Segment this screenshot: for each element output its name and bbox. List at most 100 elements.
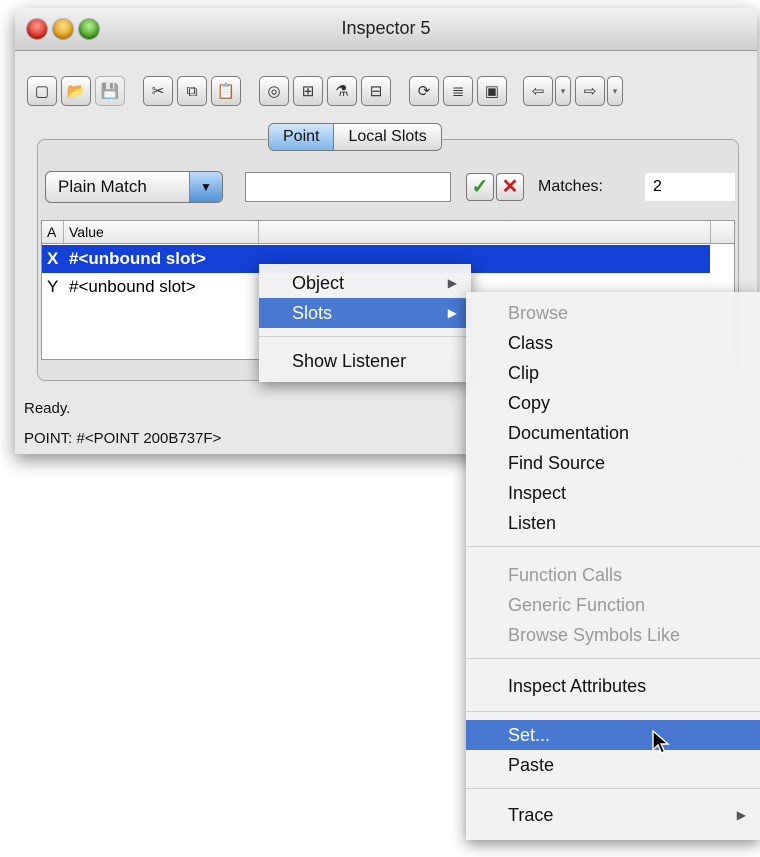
menu-item-documentation[interactable]: Documentation — [466, 418, 760, 448]
back-arrow-icon: ⇦ — [531, 82, 545, 100]
paste-button[interactable]: 📋 — [211, 76, 241, 106]
toolbar: ▢ 📂 💾 ✂ ⧉ 📋 ◎ ⊞ ⚗ ⊟ ⟳ ≣ ▣ ⇦ ▾ ⇨ ▾ — [15, 70, 757, 114]
menu-item-set[interactable]: Set... — [466, 720, 760, 750]
refresh-icon: ⟳ — [417, 82, 431, 100]
new-document-icon: ▢ — [34, 82, 50, 100]
match-mode-label: Plain Match — [58, 177, 147, 196]
menu-item-label: Generic Function — [508, 595, 646, 615]
hierarchy-icon: ≣ — [451, 82, 465, 100]
menu-item-browse-symbols-like[interactable]: Browse Symbols Like — [466, 620, 760, 650]
cut-button[interactable]: ✂ — [143, 76, 173, 106]
menu-item-generic-function[interactable]: Generic Function — [466, 590, 760, 620]
text-icon: ▣ — [484, 82, 500, 100]
menu-item-inspect[interactable]: Inspect — [466, 478, 760, 508]
apply-filter-button[interactable]: ✓ — [466, 173, 494, 201]
inspect-button[interactable]: ⚗ — [327, 76, 357, 106]
forward-arrow-icon: ⇨ — [583, 82, 597, 100]
menu-item-label: Browse — [508, 303, 569, 323]
refresh-button[interactable]: ⟳ — [409, 76, 439, 106]
clear-filter-button[interactable]: ✕ — [496, 173, 524, 201]
column-divider — [258, 221, 259, 243]
submenu-arrow-icon: ▶ — [447, 306, 457, 320]
menu-separator — [466, 546, 760, 547]
tab-point[interactable]: Point — [269, 124, 334, 150]
submenu-arrow-icon: ▶ — [736, 808, 746, 822]
cross-icon: ✕ — [501, 176, 519, 198]
status-text: Ready. — [24, 400, 71, 417]
mouse-pointer-icon — [652, 730, 670, 754]
menu-item-listen[interactable]: Listen — [466, 508, 760, 538]
class-tree-icon: ⊟ — [369, 82, 383, 100]
window-title: Inspector 5 — [341, 18, 431, 38]
menu-item-label: Inspect Attributes — [508, 676, 647, 696]
matches-label: Matches: — [538, 178, 603, 195]
row-value-cell: #<unbound slot> — [69, 249, 206, 268]
row-a-cell: X — [47, 249, 59, 268]
menu-item-label: Copy — [508, 393, 551, 413]
menu-separator — [466, 711, 760, 712]
tab-bar: Point Local Slots — [268, 123, 442, 151]
menu-separator — [259, 336, 471, 337]
copy-button[interactable]: ⧉ — [177, 76, 207, 106]
column-header-a[interactable]: A — [47, 224, 56, 240]
submenu-arrow-icon: ▶ — [447, 276, 457, 290]
menu-item-trace[interactable]: Trace ▶ — [466, 800, 760, 830]
copy-icon: ⧉ — [186, 82, 198, 100]
menu-item-copy[interactable]: Copy — [466, 388, 760, 418]
menu-item-browse[interactable]: Browse — [466, 298, 760, 328]
forward-history-dropdown-icon: ▾ — [612, 85, 618, 96]
browse-icon: ⊞ — [301, 82, 315, 100]
menu-item-label: Show Listener — [292, 351, 407, 371]
inspect-microscope-icon: ⚗ — [335, 82, 349, 100]
browse-button[interactable]: ⊞ — [293, 76, 323, 106]
slots-submenu: Browse Class Clip Copy Documentation Fin… — [466, 292, 760, 840]
open-folder-icon: 📂 — [66, 82, 86, 100]
menu-item-label: Object — [292, 273, 345, 293]
tab-local-slots[interactable]: Local Slots — [333, 124, 441, 150]
matches-count: 2 — [645, 173, 735, 201]
menu-item-paste[interactable]: Paste — [466, 750, 760, 780]
match-mode-popup[interactable]: Plain Match ▼ — [45, 171, 223, 203]
cut-scissors-icon: ✂ — [151, 82, 165, 100]
menu-item-label: Function Calls — [508, 565, 623, 585]
menu-item-function-calls[interactable]: Function Calls — [466, 560, 760, 590]
paste-clipboard-icon: 📋 — [216, 82, 236, 100]
table-header: A Value — [42, 221, 734, 244]
back-history-dropdown-icon: ▾ — [560, 85, 566, 96]
context-menu: Object ▶ Slots ▶ Show Listener — [259, 264, 471, 382]
menu-item-label: Listen — [508, 513, 557, 533]
menu-item-label: Slots — [292, 303, 333, 323]
new-document-button[interactable]: ▢ — [27, 76, 57, 106]
menu-separator — [466, 658, 760, 659]
hierarchy-button[interactable]: ≣ — [443, 76, 473, 106]
menu-separator — [466, 788, 760, 789]
title-bar[interactable]: Inspector 5 — [15, 8, 757, 51]
filter-input[interactable] — [245, 172, 451, 202]
column-divider — [710, 221, 711, 243]
save-disk-icon: 💾 — [100, 82, 120, 100]
class-tree-button[interactable]: ⊟ — [361, 76, 391, 106]
back-history-dropdown[interactable]: ▾ — [555, 76, 571, 106]
menu-item-show-listener[interactable]: Show Listener — [259, 346, 471, 376]
row-a-cell: Y — [47, 277, 59, 296]
menu-item-object[interactable]: Object ▶ — [259, 268, 471, 298]
menu-item-class[interactable]: Class — [466, 328, 760, 358]
menu-item-slots[interactable]: Slots ▶ — [259, 298, 471, 328]
object-info-text: POINT: #<POINT 200B737F> — [24, 430, 222, 447]
row-value-cell: #<unbound slot> — [69, 277, 196, 296]
menu-item-inspect-attributes[interactable]: Inspect Attributes — [466, 671, 760, 701]
menu-item-clip[interactable]: Clip — [466, 358, 760, 388]
save-button[interactable]: 💾 — [95, 76, 125, 106]
menu-item-find-source[interactable]: Find Source — [466, 448, 760, 478]
chevron-down-icon: ▼ — [189, 172, 222, 202]
menu-item-label: Class — [508, 333, 554, 353]
open-button[interactable]: 📂 — [61, 76, 91, 106]
back-button[interactable]: ⇦ — [523, 76, 553, 106]
checkmark-icon: ✓ — [471, 176, 489, 198]
column-header-value[interactable]: Value — [69, 224, 104, 240]
text-button[interactable]: ▣ — [477, 76, 507, 106]
menu-item-label: Clip — [508, 363, 540, 383]
forward-history-dropdown[interactable]: ▾ — [607, 76, 623, 106]
forward-button[interactable]: ⇨ — [575, 76, 605, 106]
listener-button[interactable]: ◎ — [259, 76, 289, 106]
